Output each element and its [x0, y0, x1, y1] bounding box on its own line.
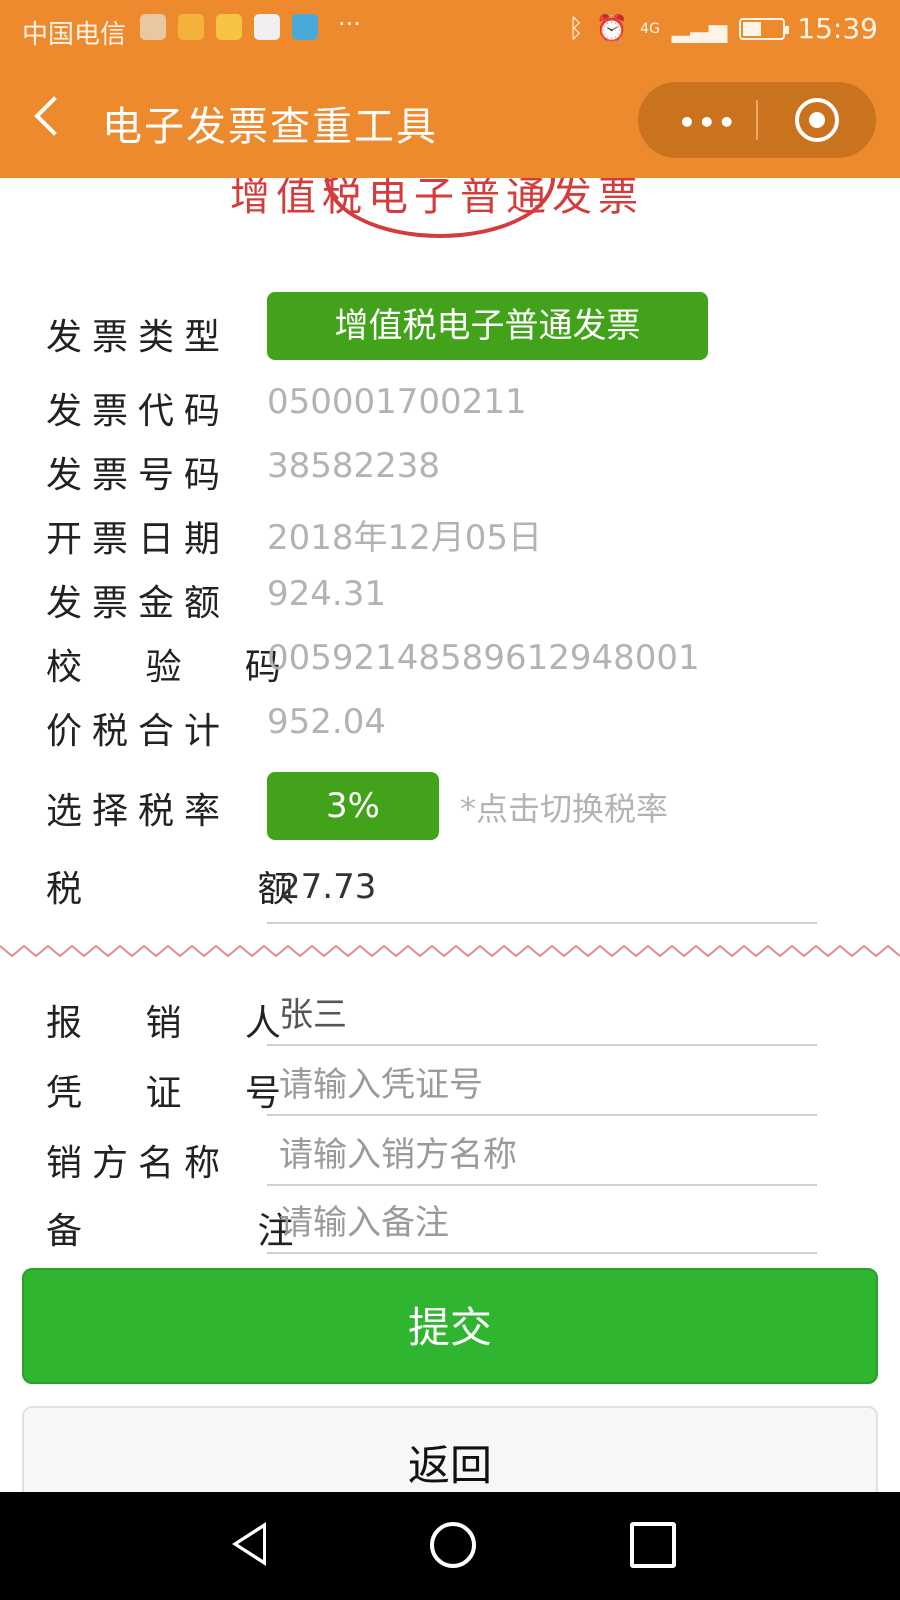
seller-name-input[interactable]: 请输入销方名称	[267, 1126, 817, 1186]
clock-time: 15:39	[797, 12, 878, 45]
field-invoice-type: 发票类型 增值税电子普通发票	[46, 292, 846, 360]
voucher-no-input[interactable]: 请输入凭证号	[267, 1056, 817, 1116]
message-notification-icon	[292, 14, 318, 40]
submit-button[interactable]: 提交	[22, 1268, 878, 1384]
close-miniprogram-icon[interactable]	[795, 98, 839, 142]
signal-icon: ▂▃▅	[671, 14, 728, 43]
status-right: ᛒ ⏰ 4G ▂▃▅ 15:39	[568, 12, 878, 45]
field-tax-amount: 税 额 27.73	[46, 858, 846, 924]
invoice-image-header: 增值税电子普通发票	[0, 178, 900, 238]
battery-icon	[739, 17, 790, 40]
total-value: 952.04	[267, 702, 386, 742]
invoice-number-value: 38582238	[267, 446, 441, 486]
tax-rate-label: 选择税率	[46, 791, 231, 832]
tax-rate-toggle-button[interactable]: 3%	[267, 772, 439, 840]
field-remark: 备 注 请输入备注	[46, 1200, 846, 1260]
mail-notification-icon	[216, 14, 242, 40]
field-check-code: 校 验 码 00592148589612948001	[46, 636, 846, 696]
status-bar: 中国电信 ··· ᛒ ⏰ 4G ▂▃▅ 15:39	[0, 0, 900, 60]
issue-date-value: 2018年12月05日	[267, 518, 543, 558]
more-options-icon[interactable]: •••	[678, 106, 738, 139]
field-amount: 发票金额 924.31	[46, 572, 846, 632]
amount-value: 924.31	[267, 574, 386, 614]
field-invoice-number: 发票号码 38582238	[46, 444, 846, 504]
field-issue-date: 开票日期 2018年12月05日	[46, 508, 846, 568]
system-home-icon[interactable]	[430, 1522, 476, 1568]
back-arrow-icon[interactable]	[30, 94, 70, 144]
field-claimant: 报 销 人 张三	[46, 992, 846, 1052]
check-code-value: 00592148589612948001	[267, 638, 700, 678]
network-type: 4G	[640, 20, 660, 37]
notification-icons	[140, 14, 318, 40]
field-tax-rate: 选择税率 3% *点击切换税率	[46, 772, 846, 840]
field-seller-name: 销方名称 请输入销方名称	[46, 1132, 846, 1192]
page-title: 电子发票查重工具	[102, 104, 438, 150]
invoice-code-label: 发票代码	[46, 391, 231, 432]
invoice-code-value: 050001700211	[267, 382, 527, 422]
system-back-icon[interactable]	[226, 1522, 272, 1568]
amount-label: 发票金额	[46, 583, 231, 624]
field-voucher-no: 凭 证 号 请输入凭证号	[46, 1062, 846, 1122]
capsule-divider	[756, 100, 758, 140]
bluetooth-icon: ᛒ	[568, 13, 584, 44]
tax-rate-hint: *点击切换税率	[460, 790, 669, 828]
total-label: 价税合计	[46, 711, 231, 752]
more-notifications-icon: ···	[338, 10, 361, 38]
claimant-input[interactable]: 张三	[267, 986, 817, 1046]
miniprogram-capsule: •••	[638, 82, 876, 158]
carrier-label: 中国电信	[22, 20, 127, 50]
invoice-type-label: 发票类型	[46, 317, 231, 358]
invoice-type-badge: 增值税电子普通发票	[267, 292, 708, 360]
tax-amount-field[interactable]: 27.73	[267, 852, 817, 924]
remark-input[interactable]: 请输入备注	[267, 1194, 817, 1254]
system-recents-icon[interactable]	[630, 1522, 676, 1568]
field-invoice-code: 发票代码 050001700211	[46, 380, 846, 440]
system-navigation-bar	[0, 1492, 900, 1600]
field-total: 价税合计 952.04	[46, 700, 846, 760]
app-notification-icon	[140, 14, 166, 40]
zigzag-divider	[0, 944, 900, 958]
alarm-icon: ⏰	[595, 13, 629, 44]
issue-date-label: 开票日期	[46, 519, 231, 560]
seller-name-label: 销方名称	[46, 1143, 231, 1184]
headset-notification-icon	[178, 14, 204, 40]
app-header: 电子发票查重工具 •••	[0, 60, 900, 178]
invoice-number-label: 发票号码	[46, 455, 231, 496]
map-notification-icon	[254, 14, 280, 40]
invoice-banner-title: 增值税电子普通发票	[230, 178, 644, 220]
